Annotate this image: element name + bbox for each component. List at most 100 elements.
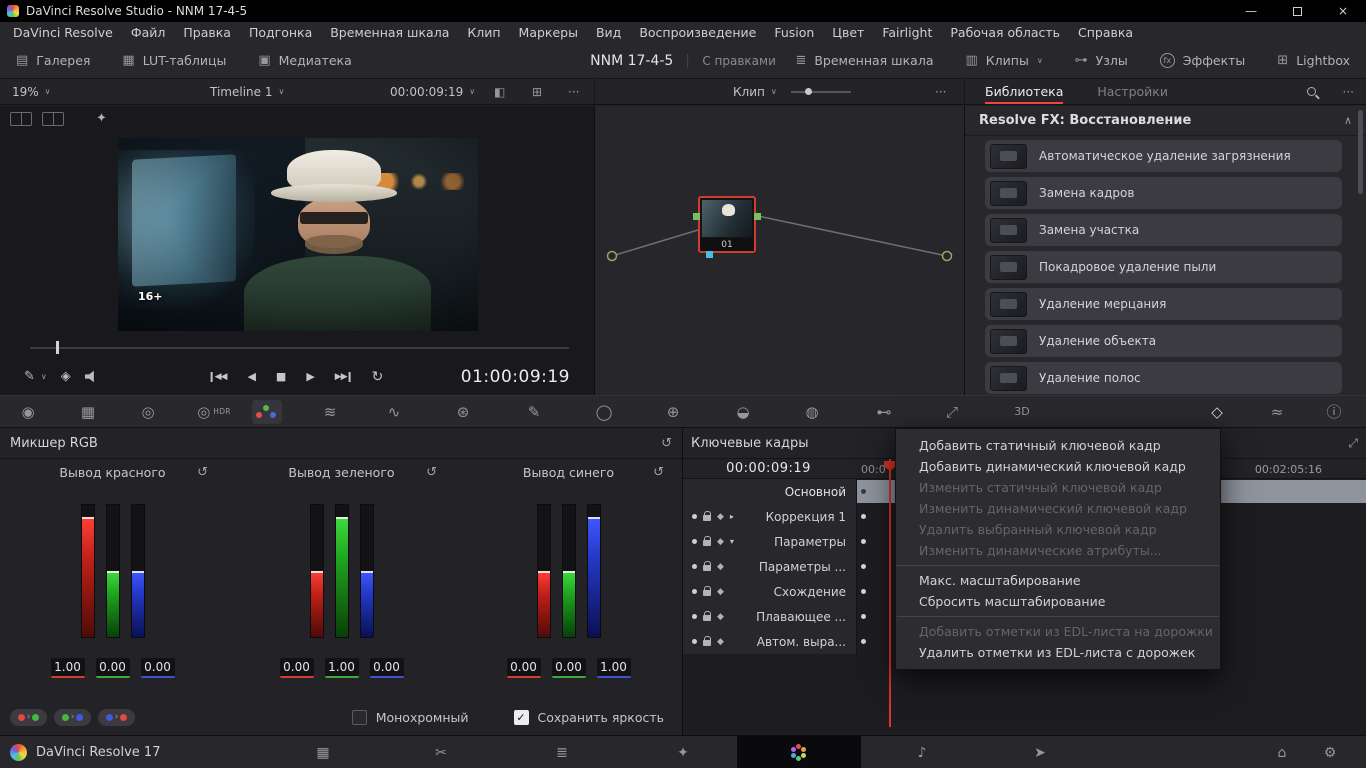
picker-chevron-icon[interactable]: ∨: [41, 372, 47, 381]
page-deliver-button[interactable]: ➤: [1018, 736, 1062, 768]
node-zoom-slider[interactable]: [791, 88, 851, 95]
node-output-port[interactable]: [754, 213, 761, 220]
menu-item-reset-zoom[interactable]: Сбросить масштабирование: [896, 591, 1220, 612]
green-value-field[interactable]: 0.00: [95, 658, 130, 678]
group-reset-icon[interactable]: ↺: [197, 465, 208, 480]
power-window-icon[interactable]: ◯: [589, 396, 619, 427]
menu-item-remove-edl-marks[interactable]: Удалить отметки из EDL-листа с дорожек: [896, 642, 1220, 663]
node-input-port[interactable]: [693, 213, 700, 220]
menu-item-add-static-keyframe[interactable]: Добавить статичный ключевой кадр: [896, 435, 1220, 456]
enable-dot-icon[interactable]: [692, 589, 697, 594]
green-channel-slider[interactable]: [105, 504, 120, 638]
page-edit-button[interactable]: ≣: [540, 736, 584, 768]
keyframe-diamond-icon[interactable]: ◆: [717, 562, 724, 572]
track-corrector-1[interactable]: ◆ ▸ Коррекция 1: [683, 504, 856, 529]
library-options-icon[interactable]: ···: [1343, 79, 1354, 104]
menu-item-add-dynamic-keyframe[interactable]: Добавить динамический ключевой кадр: [896, 456, 1220, 477]
viewer-zoom-select[interactable]: 19% ∨: [12, 79, 51, 104]
node-graph[interactable]: 01: [595, 106, 965, 395]
nodes-panel-button[interactable]: ⊶ Узлы: [1059, 43, 1144, 78]
color-picker-icon[interactable]: ✎: [24, 369, 35, 384]
blue-value-field[interactable]: 0.00: [369, 658, 404, 678]
scrub-playhead[interactable]: [56, 341, 59, 354]
group-reset-icon[interactable]: ↺: [426, 465, 437, 480]
key-icon[interactable]: ⊷: [869, 396, 899, 427]
track-convergence[interactable]: ◆ Схождение: [683, 579, 856, 604]
page-color-button[interactable]: [776, 736, 820, 768]
keyframe-diamond-icon[interactable]: ◆: [717, 537, 724, 547]
wipe-modes-icon[interactable]: ◈: [61, 369, 71, 384]
keyframe-marker[interactable]: [861, 489, 866, 494]
lightbox-button[interactable]: ⊞ Lightbox: [1261, 43, 1366, 78]
blue-channel-slider[interactable]: [586, 504, 601, 638]
motion-effects-icon[interactable]: ≋: [315, 396, 345, 427]
red-channel-slider[interactable]: [80, 504, 95, 638]
menu-fusion[interactable]: Fusion: [765, 25, 823, 40]
loop-button[interactable]: ↻: [372, 369, 384, 385]
tab-settings[interactable]: Настройки: [1097, 79, 1168, 104]
green-value-field[interactable]: 1.00: [324, 658, 359, 678]
monochrome-checkbox[interactable]: Монохромный: [351, 710, 469, 725]
info-icon[interactable]: ⓘ: [1319, 396, 1349, 427]
track-parameters-sub[interactable]: ◆ Параметры ...: [683, 554, 856, 579]
keyframe-marker[interactable]: [861, 539, 866, 544]
node-mask-port[interactable]: [706, 251, 713, 258]
viewer-options-icon[interactable]: ···: [568, 79, 579, 104]
lock-icon[interactable]: [703, 511, 712, 521]
fx-list-item[interactable]: Удаление объекта: [985, 325, 1342, 357]
keyframe-marker[interactable]: [861, 639, 866, 644]
lut-button[interactable]: ▦ LUT-таблицы: [106, 43, 242, 78]
menu-edit[interactable]: Правка: [174, 25, 240, 40]
menu-file[interactable]: Файл: [122, 25, 175, 40]
enable-dot-icon[interactable]: [692, 639, 697, 644]
keyframe-marker[interactable]: [861, 614, 866, 619]
menu-fairlight[interactable]: Fairlight: [873, 25, 941, 40]
green-channel-slider[interactable]: [334, 504, 349, 638]
qualifier-icon[interactable]: ✎: [519, 396, 549, 427]
timeline-select[interactable]: Timeline 1 ∨: [210, 79, 284, 104]
menu-item-change-dynamic-attributes[interactable]: Изменить динамические атрибуты...: [896, 540, 1220, 561]
track-floating-window[interactable]: ◆ Плавающее ...: [683, 604, 856, 629]
play-button[interactable]: ▶: [306, 370, 315, 383]
green-value-field[interactable]: 0.00: [551, 658, 586, 678]
gallery-button[interactable]: ▤ Галерея: [0, 43, 106, 78]
node-options-icon[interactable]: ···: [935, 79, 946, 104]
corrector-node[interactable]: 01: [693, 196, 761, 258]
swap-red-green-button[interactable]: ›: [10, 709, 47, 726]
library-scrollbar[interactable]: [1358, 110, 1363, 194]
first-frame-button[interactable]: ◀◀: [210, 371, 227, 382]
sizing-icon[interactable]: ⤢: [937, 396, 967, 427]
lock-icon[interactable]: [703, 536, 712, 546]
tracker-icon[interactable]: ⊕: [658, 396, 688, 427]
fx-list-item[interactable]: Удаление мерцания: [985, 288, 1342, 320]
menu-help[interactable]: Справка: [1069, 25, 1142, 40]
page-fusion-button[interactable]: ✦: [661, 736, 705, 768]
menu-item-change-static-keyframe[interactable]: Изменить статичный ключевой кадр: [896, 477, 1220, 498]
blue-channel-slider[interactable]: [359, 504, 374, 638]
fx-list-item[interactable]: Замена участка: [985, 214, 1342, 246]
menu-workspace[interactable]: Рабочая область: [941, 25, 1069, 40]
still-frame-icon[interactable]: [10, 111, 32, 126]
home-icon[interactable]: ⌂: [1260, 736, 1304, 768]
minimize-button[interactable]: —: [1228, 0, 1274, 22]
menu-color[interactable]: Цвет: [823, 25, 873, 40]
keyframe-diamond-icon[interactable]: ◆: [717, 512, 724, 522]
split-screen-icon[interactable]: ⊞: [532, 79, 542, 104]
blue-channel-slider[interactable]: [130, 504, 145, 638]
page-fairlight-button[interactable]: ♪: [900, 736, 944, 768]
menu-trim[interactable]: Подгонка: [240, 25, 321, 40]
menu-clip[interactable]: Клип: [458, 25, 509, 40]
clips-panel-button[interactable]: ▥ Клипы ∨: [949, 43, 1058, 78]
chevron-right-icon[interactable]: ▸: [730, 512, 734, 521]
red-value-field[interactable]: 1.00: [50, 658, 85, 678]
lock-icon[interactable]: [703, 586, 712, 596]
fx-list-item[interactable]: Покадровое удаление пыли: [985, 251, 1342, 283]
mixer-reset-icon[interactable]: ↺: [661, 436, 672, 451]
gear-icon[interactable]: ⚙: [1308, 736, 1352, 768]
camera-raw-icon[interactable]: ◉: [13, 396, 43, 427]
magic-wand-icon[interactable]: ✦: [96, 111, 107, 126]
blue-value-field[interactable]: 1.00: [596, 658, 631, 678]
menu-markers[interactable]: Маркеры: [510, 25, 587, 40]
page-media-button[interactable]: ▦: [301, 736, 345, 768]
swap-green-blue-button[interactable]: ›: [54, 709, 91, 726]
